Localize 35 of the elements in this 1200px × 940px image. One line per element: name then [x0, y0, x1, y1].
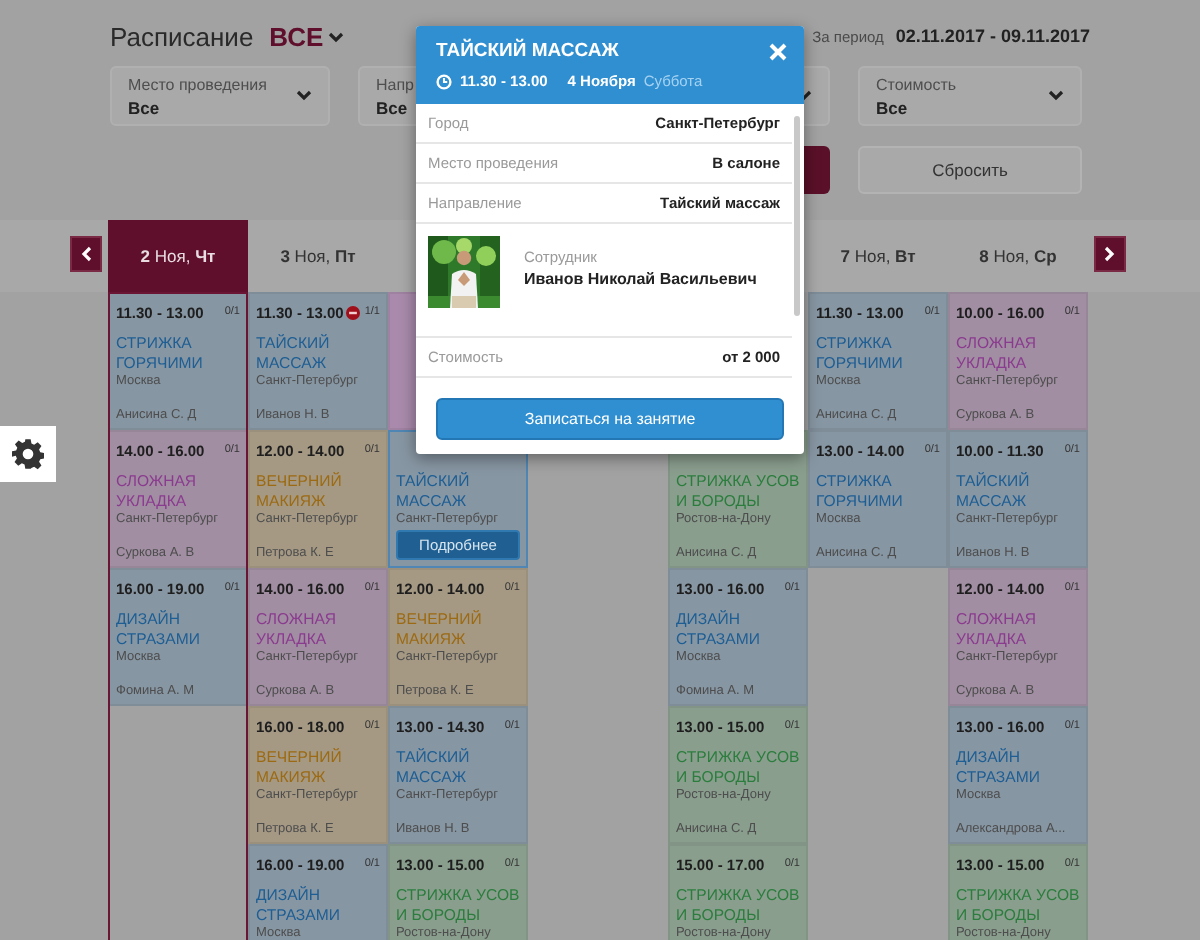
page-title: Расписание: [110, 21, 254, 51]
day-label: 7 Ноя, Вт: [840, 246, 916, 266]
filter-label: Стоимость: [876, 75, 957, 93]
day-header[interactable]: 8 Ноя, Ср: [948, 220, 1088, 292]
next-button[interactable]: [1094, 236, 1126, 272]
gear-icon: [12, 438, 44, 470]
day-label: 3 Ноя, Пт: [280, 246, 356, 266]
day-header[interactable]: 3 Ноя, Пт: [248, 220, 388, 292]
reset-button[interactable]: Сбросить: [858, 146, 1082, 194]
filter-value: Все: [376, 97, 408, 117]
filter-select[interactable]: Место проведения Все: [110, 66, 330, 126]
chevron-right-icon: [1104, 246, 1116, 262]
signup-button[interactable]: Записаться на занятие: [436, 398, 784, 440]
caret-icon: [327, 32, 344, 44]
schedule-filter[interactable]: ВСЕ: [269, 21, 324, 51]
close-button[interactable]: [768, 38, 788, 58]
day-header[interactable]: 2 Ноя, Чт: [108, 220, 248, 292]
filter-value: Все: [876, 97, 908, 117]
chevron-icon: [296, 90, 312, 102]
settings-button[interactable]: [0, 426, 56, 482]
filter-select[interactable]: Стоимость Все: [858, 66, 1082, 126]
popup-title: ТАЙСКИЙ МАССАЖ: [436, 40, 621, 62]
chevron-icon: [1048, 90, 1064, 102]
clock-icon: [436, 73, 452, 89]
filter-label: Место проведения: [128, 75, 267, 93]
day-header[interactable]: 7 Ноя, Вт: [808, 220, 948, 292]
filter-value: Все: [128, 97, 160, 117]
chevron-left-icon: [80, 246, 92, 262]
employee-name: Иванов Николай Васильевич: [524, 270, 757, 288]
scrollbar[interactable]: [794, 116, 800, 316]
day-label: 8 Ноя, Ср: [979, 246, 1057, 266]
day-label: 2 Ноя, Чт: [140, 246, 216, 266]
period-range: 02.11.2017 - 09.11.2017: [895, 26, 1090, 46]
filter-label: Напр: [376, 75, 415, 93]
previous-button[interactable]: [70, 236, 102, 272]
